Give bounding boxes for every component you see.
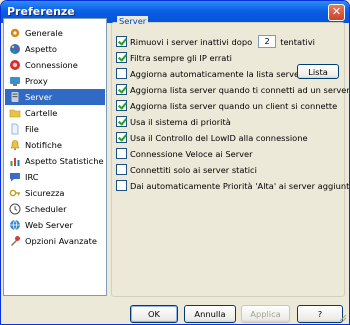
sidebar-item-aspetto-statistiche[interactable]: Aspetto Statistiche [5, 153, 105, 169]
proxy-icon [8, 75, 21, 88]
sidebar-item-label: Server [25, 92, 53, 102]
filter-bad-ip-option: Filtra sempre gli IP errati [116, 51, 232, 64]
server-list-button[interactable]: Lista [297, 64, 339, 79]
filter-bad-ip-checkbox[interactable] [116, 52, 127, 63]
priority-system-label: Usa il sistema di priorità [130, 116, 231, 127]
ok-button[interactable]: OK [130, 305, 178, 323]
advanced-options-icon [8, 235, 21, 248]
fast-server-connect-option: Connessione Veloce ai Server [116, 147, 253, 160]
auto-high-priority-label: Dai automaticamente Priorità 'Alta' ai s… [130, 180, 350, 191]
sidebar-item-proxy[interactable]: Proxy [5, 73, 105, 89]
sidebar-item-scheduler[interactable]: Scheduler [5, 201, 105, 217]
sidebar-item-irc[interactable]: IRC [5, 169, 105, 185]
fast-server-connect-checkbox[interactable] [116, 148, 127, 159]
sidebar-item-label: Opzioni Avanzate [25, 236, 97, 246]
filter-bad-ip-label: Filtra sempre gli IP errati [130, 52, 232, 63]
static-servers-only-option: Connettiti solo ai server statici [116, 163, 257, 176]
resize-grip-icon[interactable] [337, 312, 347, 322]
sidebar-item-label: IRC [25, 172, 39, 182]
connection-icon [8, 59, 21, 72]
auto-high-priority-option: Dai automaticamente Priorità 'Alta' ai s… [116, 179, 350, 192]
update-list-on-client-connect-checkbox[interactable] [116, 100, 127, 111]
scheduler-icon [8, 203, 21, 216]
update-list-on-server-connect-option: Aggiorna lista server quando ti connetti… [116, 83, 350, 96]
fast-server-connect-label: Connessione Veloce ai Server [130, 148, 253, 159]
statistics-icon [8, 155, 21, 168]
cancel-button-label: Annulla [194, 309, 226, 319]
remove-inactive-servers-option: Rimuovi i server inattivi dopo 2 tentati… [116, 35, 315, 48]
sidebar-item-label: Connessione [25, 60, 78, 70]
close-button[interactable]: ✕ [328, 4, 345, 21]
sidebar-item-label: Notifiche [25, 140, 62, 150]
server-list-button-label: Lista [308, 66, 328, 77]
update-list-on-server-connect-label: Aggiorna lista server quando ti connetti… [130, 84, 350, 95]
file-icon [8, 123, 21, 136]
gear-icon [8, 27, 21, 40]
sidebar-item-notifiche[interactable]: Notifiche [5, 137, 105, 153]
sidebar-item-label: Generale [25, 28, 63, 38]
retry-count-suffix: tentativi [280, 36, 315, 47]
remove-inactive-servers-checkbox[interactable] [116, 36, 127, 47]
update-list-on-client-connect-label: Aggiorna lista server quando un client s… [130, 100, 338, 111]
sidebar-item-connessione[interactable]: Connessione [5, 57, 105, 73]
sidebar-item-opzioni-avanzate[interactable]: Opzioni Avanzate [5, 233, 105, 249]
sidebar-item-generale[interactable]: Generale [5, 25, 105, 41]
apply-button-label: Applica [250, 309, 281, 319]
sidebar-item-label: Scheduler [25, 204, 67, 214]
folder-icon [8, 107, 21, 120]
web-server-icon [8, 219, 21, 232]
lowid-check-label: Usa il Controllo del LowID alla connessi… [130, 132, 308, 143]
sidebar-item-label: Web Server [25, 220, 73, 230]
apply-button[interactable]: Applica [241, 305, 290, 323]
irc-icon [8, 171, 21, 184]
sidebar-item-label: Cartelle [25, 108, 58, 118]
sidebar-item-label: Aspetto [25, 44, 57, 54]
static-servers-only-checkbox[interactable] [116, 164, 127, 175]
auto-high-priority-checkbox[interactable] [116, 180, 127, 191]
server-group-legend: Server [117, 16, 149, 26]
category-list: Generale Aspetto Connessione Proxy Serve… [3, 18, 107, 296]
sidebar-item-cartelle[interactable]: Cartelle [5, 105, 105, 121]
remove-inactive-servers-label: Rimuovi i server inattivi dopo [130, 36, 253, 47]
retry-count-input[interactable]: 2 [258, 35, 277, 48]
lowid-check-checkbox[interactable] [116, 132, 127, 143]
help-button-label: ? [317, 309, 323, 319]
update-list-on-client-connect-option: Aggiorna lista server quando un client s… [116, 99, 337, 112]
server-icon [8, 91, 21, 104]
sidebar-item-aspetto[interactable]: Aspetto [5, 41, 105, 57]
notification-icon [8, 139, 21, 152]
sidebar-item-server[interactable]: Server [5, 89, 105, 105]
security-icon [8, 187, 21, 200]
window-title: Preferenze [7, 5, 75, 18]
cancel-button[interactable]: Annulla [184, 305, 236, 323]
static-servers-only-label: Connettiti solo ai server statici [130, 164, 257, 175]
ok-button-label: OK [148, 309, 160, 319]
sidebar-item-file[interactable]: File [5, 121, 105, 137]
priority-system-checkbox[interactable] [116, 116, 127, 127]
priority-system-option: Usa il sistema di priorità [116, 115, 231, 128]
close-icon: ✕ [331, 5, 342, 18]
preferences-window: Preferenze ✕ Generale Aspetto Connession… [0, 0, 350, 325]
palette-icon [8, 43, 21, 56]
sidebar-item-label: File [25, 124, 39, 134]
sidebar-item-label: Sicurezza [25, 188, 65, 198]
auto-update-server-list-checkbox[interactable] [116, 68, 127, 79]
update-list-on-server-connect-checkbox[interactable] [116, 84, 127, 95]
lowid-check-option: Usa il Controllo del LowID alla connessi… [116, 131, 308, 144]
sidebar-item-web-server[interactable]: Web Server [5, 217, 105, 233]
sidebar-item-label: Aspetto Statistiche [25, 156, 104, 166]
sidebar-item-label: Proxy [25, 76, 48, 86]
sidebar-item-sicurezza[interactable]: Sicurezza [5, 185, 105, 201]
